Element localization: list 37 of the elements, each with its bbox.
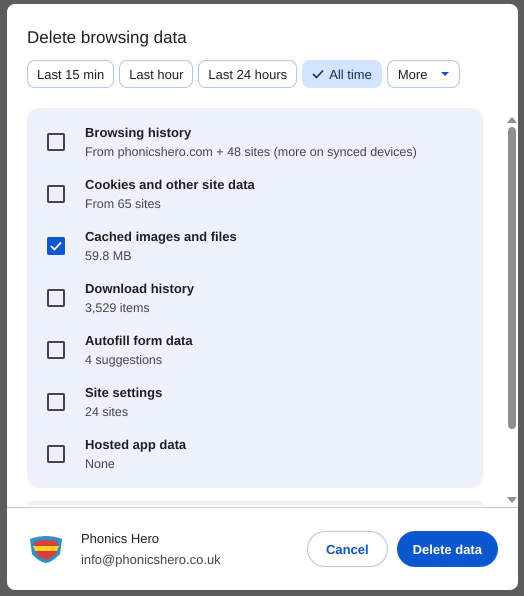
- checkbox[interactable]: [47, 341, 65, 359]
- checkbox[interactable]: [47, 133, 65, 151]
- data-type-detail: From 65 sites: [85, 197, 162, 211]
- data-type-detail: 4 suggestions: [85, 353, 164, 367]
- data-type-label: Site settings: [85, 385, 162, 400]
- time-range-chip[interactable]: Last 15 min: [27, 60, 114, 88]
- data-type-detail: From phonicshero.com + 48 sites (more on synced devices): [85, 145, 417, 159]
- data-type-detail: 59.8 MB: [85, 249, 133, 263]
- data-type-label: Cached images and files: [85, 229, 237, 244]
- data-type-label: Autofill form data: [85, 333, 193, 348]
- scroll-up-icon[interactable]: [507, 117, 517, 123]
- cancel-button[interactable]: Cancel: [306, 531, 388, 567]
- data-type-label: Browsing history: [85, 125, 192, 140]
- dialog-title: Delete browsing data: [27, 28, 188, 48]
- scrollbar-thumb[interactable]: [508, 127, 516, 429]
- shield-logo-icon: [27, 534, 65, 564]
- data-type-label: Download history: [85, 281, 194, 296]
- checkmark-icon: [312, 69, 324, 79]
- caret-icon: [441, 72, 450, 76]
- data-type-label: Hosted app data: [85, 437, 186, 452]
- delete-data-button[interactable]: Delete data: [396, 531, 498, 567]
- checkbox[interactable]: [47, 237, 65, 255]
- checkbox[interactable]: [47, 289, 65, 307]
- time-range-chip[interactable]: Last 24 hours: [198, 60, 298, 88]
- time-range-chip[interactable]: Last hour: [119, 60, 194, 88]
- checkbox[interactable]: [47, 185, 65, 203]
- data-type-label: Cookies and other site data: [85, 177, 255, 192]
- account-email: info@phonicshero.co.uk: [81, 552, 222, 567]
- scroll-down-icon[interactable]: [507, 497, 517, 503]
- checkbox[interactable]: [47, 393, 65, 411]
- data-type-detail: None: [85, 457, 116, 471]
- time-range-chip[interactable]: All time: [302, 60, 382, 88]
- more-dropdown[interactable]: More: [386, 60, 460, 88]
- data-type-detail: 24 sites: [85, 405, 130, 419]
- account-name: Phonics Hero: [81, 531, 160, 546]
- data-type-detail: 3,529 items: [85, 301, 151, 315]
- checkbox[interactable]: [47, 445, 65, 463]
